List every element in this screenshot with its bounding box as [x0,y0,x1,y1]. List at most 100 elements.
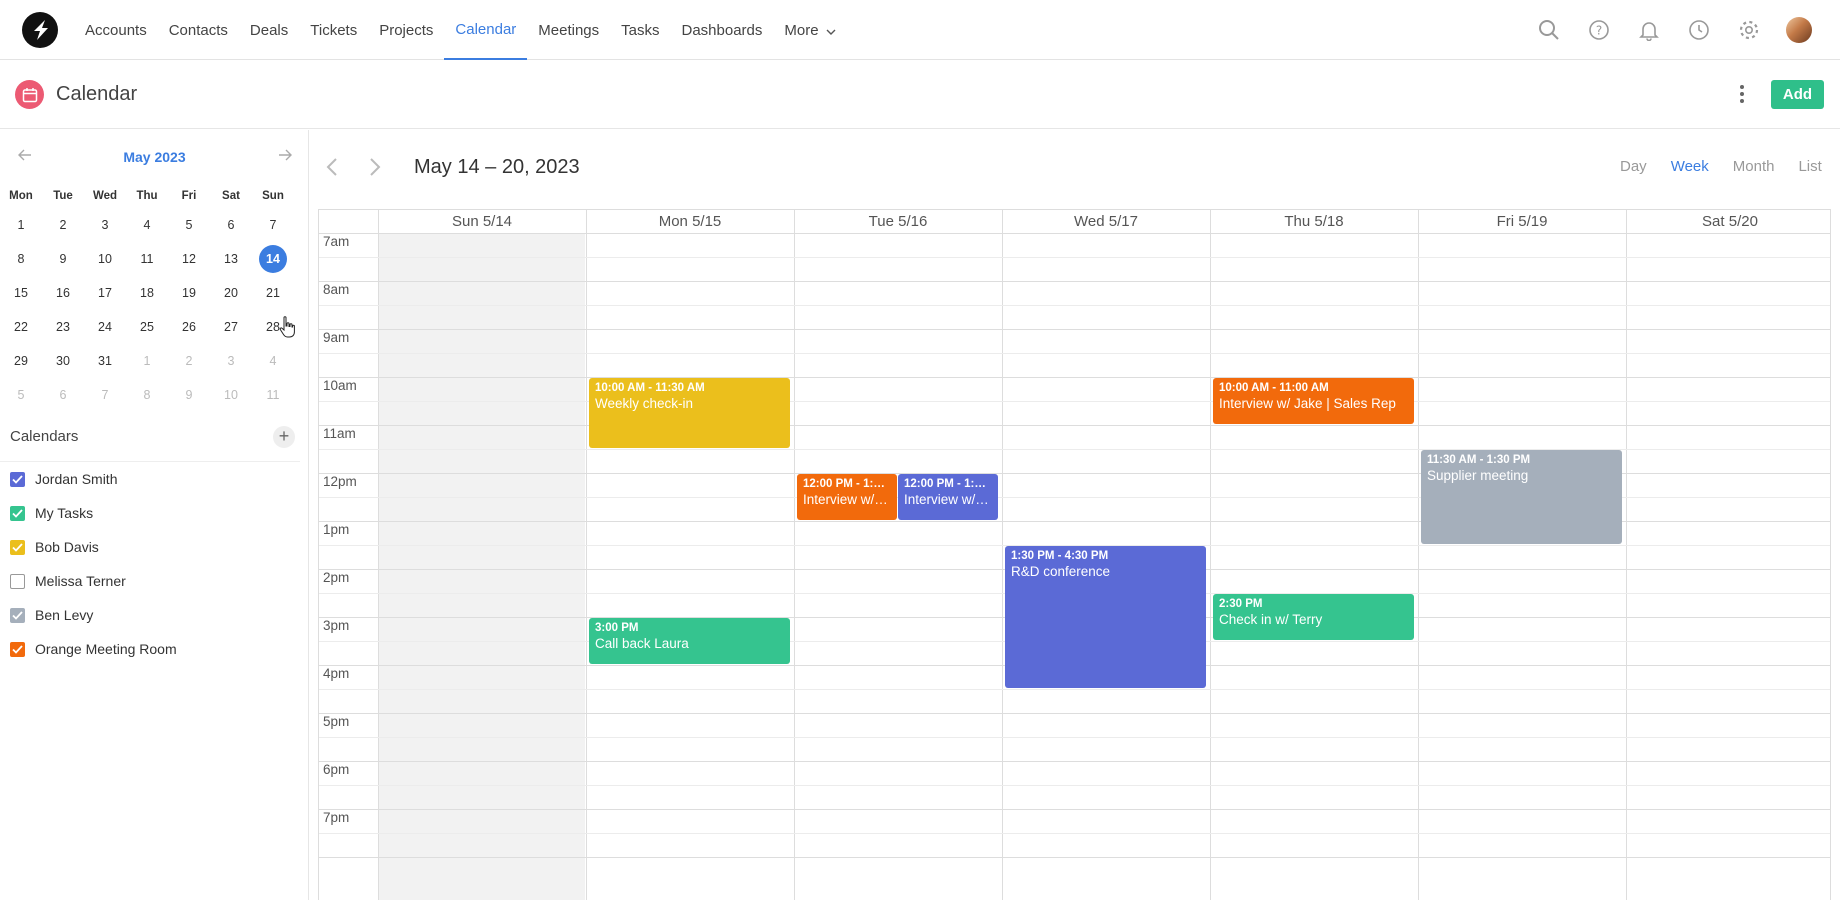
page-title: Calendar [56,83,138,105]
mini-calendar-day[interactable]: 11 [126,242,168,276]
mini-calendar-day[interactable]: 30 [42,344,84,378]
calendar-event[interactable]: 2:30 PM Check in w/ Terry [1213,594,1414,640]
mini-calendar-month[interactable]: May 2023 [0,149,309,165]
search-icon[interactable] [1536,17,1562,43]
mini-calendar-day[interactable]: 18 [126,276,168,310]
mini-calendar-day[interactable]: 17 [84,276,126,310]
mini-calendar-today[interactable]: 14 [252,242,294,276]
calendar-event[interactable]: 3:00 PM Call back Laura [589,618,790,664]
day-number: 3 [227,354,235,368]
checkbox[interactable] [10,539,25,555]
calendar-item-melissa-terner[interactable]: Melissa Terner [10,569,126,593]
mini-calendar-day[interactable]: 10 [84,242,126,276]
mini-calendar-day[interactable]: 15 [0,276,42,310]
mini-calendar-day[interactable]: 31 [84,344,126,378]
checkbox[interactable] [10,641,25,657]
add-button[interactable]: Add [1771,80,1824,109]
view-tab-month[interactable]: Month [1733,158,1775,175]
nav-link-label: Dashboards [681,21,763,39]
view-tab-day[interactable]: Day [1620,158,1647,175]
week-range-title: May 14 – 20, 2023 [414,156,580,178]
app-logo[interactable] [22,12,58,48]
next-month-arrow-icon[interactable] [278,148,292,164]
mini-calendar-day[interactable]: 16 [42,276,84,310]
checkbox[interactable] [10,573,25,589]
mini-calendar-day[interactable]: 28 [252,310,294,344]
hour-label: 2pm [323,570,350,585]
hour-label: 5pm [323,714,350,729]
mini-calendar-day[interactable]: 2 [42,208,84,242]
mini-calendar-day[interactable]: 12 [168,242,210,276]
nav-link-deals[interactable]: Deals [239,0,299,60]
mini-calendar-day[interactable]: 24 [84,310,126,344]
mini-calendar-day[interactable]: 19 [168,276,210,310]
mini-calendar-day[interactable]: 4 [252,344,294,378]
nav-link-calendar[interactable]: Calendar [444,0,528,60]
mini-calendar-day[interactable]: 22 [0,310,42,344]
clock-icon[interactable] [1686,17,1712,43]
view-tab-list[interactable]: List [1798,158,1821,175]
view-tab-week[interactable]: Week [1671,158,1709,175]
mini-calendar-day[interactable]: 5 [0,378,42,412]
calendar-event[interactable]: 11:30 AM - 1:30 PM Supplier meeting [1421,450,1622,544]
checkbox[interactable] [10,607,25,623]
mini-calendar-day[interactable]: 13 [210,242,252,276]
calendar-item-my-tasks[interactable]: My Tasks [10,501,93,525]
bell-icon[interactable] [1636,17,1662,43]
mini-calendar-day[interactable]: 25 [126,310,168,344]
half-hour-line [319,785,1830,786]
calendar-item-ben-levy[interactable]: Ben Levy [10,603,93,627]
calendar-event[interactable]: 10:00 AM - 11:00 AM Interview w/ Jake | S… [1213,378,1414,424]
mini-calendar-day[interactable]: 7 [252,208,294,242]
mini-calendar-day[interactable]: 23 [42,310,84,344]
mini-calendar-day[interactable]: 9 [168,378,210,412]
mini-calendar-day[interactable]: 1 [126,344,168,378]
mini-calendar-day[interactable]: 27 [210,310,252,344]
gear-icon[interactable] [1736,17,1762,43]
add-calendar-plus-icon[interactable]: + [273,426,295,448]
mini-calendar-day[interactable]: 3 [84,208,126,242]
mini-calendar-day[interactable]: 1 [0,208,42,242]
mini-calendar-day[interactable]: 7 [84,378,126,412]
mini-calendar-day[interactable]: 3 [210,344,252,378]
mini-calendar-day[interactable]: 5 [168,208,210,242]
calendar-item-bob-davis[interactable]: Bob Davis [10,535,99,559]
mini-calendar-day[interactable]: 6 [42,378,84,412]
calendar-event[interactable]: 12:00 PM - 1:00 PM Interview w/ Mark [898,474,998,520]
more-options-icon[interactable] [1735,83,1749,107]
nav-link-label: Calendar [455,20,517,38]
mini-calendar-day[interactable]: 10 [210,378,252,412]
mini-calendar-day[interactable]: 6 [210,208,252,242]
mini-calendar-day[interactable]: 4 [126,208,168,242]
nav-link-more[interactable]: More [773,0,846,60]
nav-link-dashboards[interactable]: Dashboards [671,0,774,60]
mini-calendar-day[interactable]: 29 [0,344,42,378]
calendar-event[interactable]: 12:00 PM - 1:00 PM Interview w/ Sophie [797,474,897,520]
mini-calendar-day[interactable]: 8 [126,378,168,412]
nav-link-accounts[interactable]: Accounts [74,0,158,60]
mini-calendar-day[interactable]: 11 [252,378,294,412]
mini-calendar-day[interactable]: 9 [42,242,84,276]
nav-link-meetings[interactable]: Meetings [527,0,610,60]
calendar-event[interactable]: 10:00 AM - 11:30 AM Weekly check-in [589,378,790,448]
calendar-item-orange-meeting-room[interactable]: Orange Meeting Room [10,637,177,661]
calendar-event[interactable]: 1:30 PM - 4:30 PM R&D conference [1005,546,1206,688]
checkbox[interactable] [10,471,25,487]
nav-link-label: Projects [379,21,434,39]
next-week-chevron-icon[interactable] [369,157,381,182]
nav-link-tasks[interactable]: Tasks [610,0,670,60]
mini-calendar-day[interactable]: 26 [168,310,210,344]
nav-link-tickets[interactable]: Tickets [299,0,368,60]
previous-week-chevron-icon[interactable] [326,157,338,182]
hour-label: 9am [323,330,350,345]
mini-calendar-day[interactable]: 8 [0,242,42,276]
mini-calendar-day[interactable]: 21 [252,276,294,310]
mini-calendar-day[interactable]: 2 [168,344,210,378]
calendar-item-jordan-smith[interactable]: Jordan Smith [10,467,117,491]
nav-link-projects[interactable]: Projects [368,0,444,60]
user-avatar[interactable] [1786,17,1812,43]
nav-link-contacts[interactable]: Contacts [158,0,239,60]
checkbox[interactable] [10,505,25,521]
help-icon[interactable]: ? [1586,17,1612,43]
mini-calendar-day[interactable]: 20 [210,276,252,310]
